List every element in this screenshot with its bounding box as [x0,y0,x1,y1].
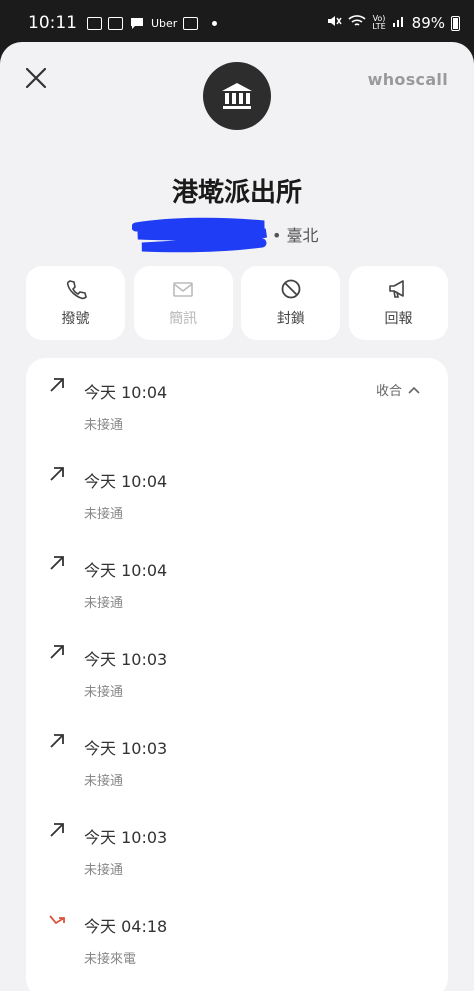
history-time: 今天 10:04 [84,561,168,580]
history-row[interactable]: 今天 10:04 未接通 [26,362,448,442]
mail-icon [173,282,193,297]
sms-label: 簡訊 [169,311,198,327]
block-label: 封鎖 [276,311,305,327]
history-status: 未接通 [84,418,124,433]
app-notification-icon [183,16,199,30]
history-time: 今天 04:18 [84,917,168,936]
history-row[interactable]: 今天 10:03 未接通 [26,629,448,709]
volte-icon: Vo) LTE [372,14,386,31]
history-time: 今天 10:04 [84,472,168,491]
wifi-icon [348,14,366,32]
call-button[interactable]: 撥號 [26,266,125,340]
outgoing-call-icon [50,823,64,837]
history-status: 未接通 [84,863,124,878]
status-bar: 10:11 Uber Vo) LTE 89% [0,0,474,46]
outgoing-call-icon [50,645,64,659]
sms-button[interactable]: 簡訊 [133,266,233,340]
action-bar: 撥號 簡訊 封鎖 回報 [26,266,448,340]
phone-icon [66,280,87,300]
outgoing-call-icon [50,378,64,392]
history-time: 今天 10:04 [84,383,168,402]
contact-card-icon [87,16,102,30]
report-button[interactable]: 回報 [348,266,448,340]
caller-name: 港墘派出所 [171,178,302,208]
redaction-scribble [132,217,268,253]
call-history-card: 收合 今天 10:04 未接通 今天 10:04 未接通 今天 10:04 未接… [26,358,448,991]
outgoing-call-icon [50,467,64,481]
bank-icon [222,83,252,109]
more-notifications-icon [212,20,218,26]
close-icon [25,67,47,89]
history-row[interactable]: 今天 04:18 未接來電 [26,896,448,976]
mail-notification-icon [108,16,123,30]
history-status: 未接通 [84,507,124,522]
history-row[interactable]: 今天 10:03 未接通 [26,807,448,887]
history-row[interactable]: 今天 10:03 未接通 [26,718,448,798]
history-time: 今天 10:03 [84,739,168,758]
history-status: 未接來電 [84,952,137,967]
megaphone-icon [389,280,405,298]
history-time: 今天 10:03 [84,828,168,847]
history-row[interactable]: 今天 10:04 未接通 [26,451,448,531]
history-status: 未接通 [84,596,124,611]
report-label: 回報 [384,311,413,327]
battery-text: 89% [411,14,445,32]
chat-icon [129,16,145,30]
outgoing-call-icon [50,734,64,748]
block-button[interactable]: 封鎖 [241,266,341,340]
history-row[interactable]: 今天 10:04 未接通 [26,540,448,620]
battery-icon [451,15,460,31]
brand-logo: whoscall [367,70,448,89]
history-status: 未接通 [84,774,124,789]
caller-location: • 臺北 [272,226,319,245]
caller-sheet: whoscall 港墘派出所 • 臺北 撥號 簡訊 封鎖 回報 收合 今天 10… [0,42,474,991]
outgoing-call-icon [50,556,64,570]
signal-icon [392,14,406,32]
status-time: 10:11 [28,13,77,33]
mute-icon [326,13,342,33]
history-status: 未接通 [84,685,124,700]
close-button[interactable] [22,64,50,92]
caller-avatar [203,62,271,130]
history-time: 今天 10:03 [84,650,168,669]
block-icon [281,279,301,299]
missed-call-icon [49,915,65,925]
call-label: 撥號 [61,311,90,327]
uber-label: Uber [151,16,178,30]
